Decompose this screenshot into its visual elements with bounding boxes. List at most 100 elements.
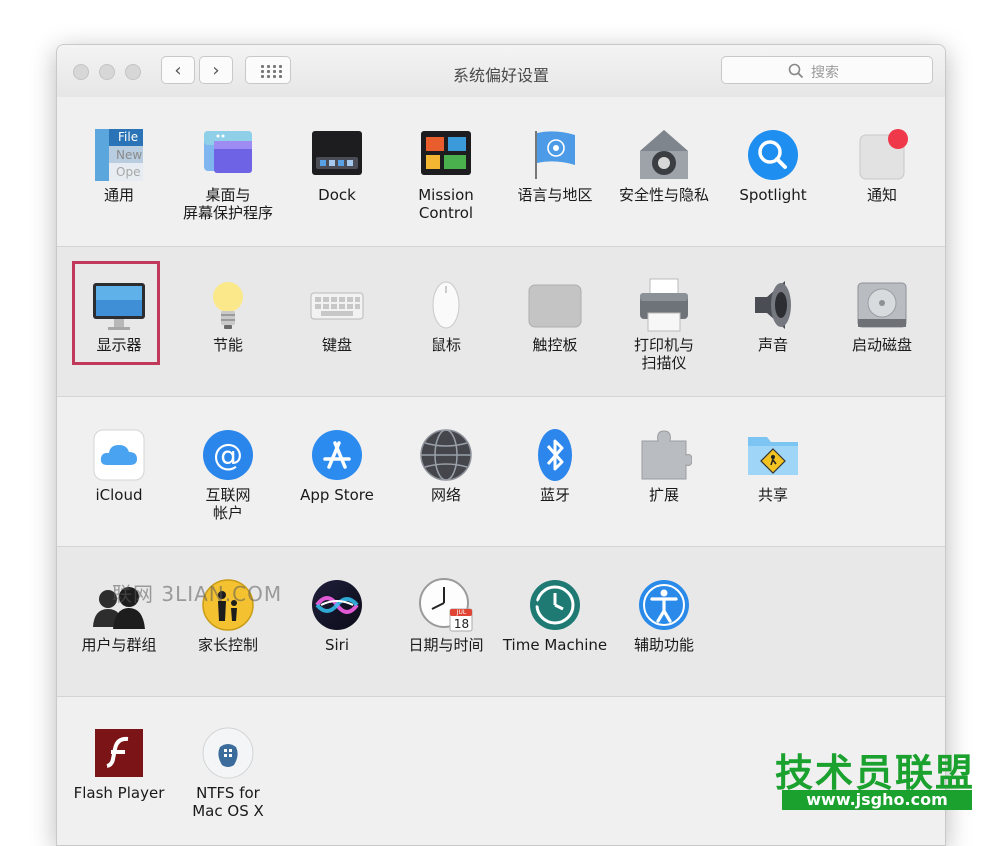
pref-label: 桌面与 屏幕保护程序 [182, 186, 273, 222]
pref-label: NTFS for Mac OS X [192, 784, 264, 820]
pref-label: 打印机与 扫描仪 [633, 336, 694, 372]
pref-label: Flash Player [73, 784, 165, 802]
pref-label: 安全性与隐私 [618, 186, 709, 204]
pref-label: 声音 [757, 336, 788, 354]
keyboard-icon [309, 277, 365, 333]
search-field[interactable]: 搜索 [721, 56, 933, 84]
pref-notifications[interactable]: 通知 [827, 127, 937, 204]
hard-disk-icon [854, 277, 910, 333]
pref-siri[interactable]: Siri [282, 577, 392, 654]
pref-app-store[interactable]: App Store [282, 427, 392, 504]
pref-extensions[interactable]: 扩展 [609, 427, 719, 504]
search-icon [788, 63, 804, 79]
pref-general[interactable]: File New Ope 通用 [64, 127, 174, 204]
internet-accounts-at-icon: @ [200, 427, 256, 483]
pref-label: 日期与时间 [408, 636, 484, 654]
pref-label: Dock [318, 186, 356, 204]
pref-label: 通知 [866, 186, 897, 204]
calendar-day: 18 [453, 617, 470, 631]
pref-dock[interactable]: Dock [282, 127, 392, 204]
bluetooth-icon [527, 427, 583, 483]
mouse-icon [418, 277, 474, 333]
watermark-url: www.jsgho.com [782, 790, 972, 810]
pref-label: 蓝牙 [539, 486, 570, 504]
dock-icon [309, 127, 365, 183]
pref-date-time[interactable]: JUL 18 日期与时间 [391, 577, 501, 654]
pref-mission-control[interactable]: Mission Control [391, 127, 501, 222]
section-hardware: 显示器 节能 键盘 鼠标 触控板 打印机与 扫描仪 声音 启动磁盘 [57, 247, 945, 397]
icloud-icon [91, 427, 147, 483]
siri-icon [309, 577, 365, 633]
pref-label: 用户与群组 [81, 636, 157, 654]
desktop-screensaver-icon [200, 127, 256, 183]
notifications-icon [854, 127, 910, 183]
section-internet-wireless: iCloud @ 互联网 帐户 App Store 网络 蓝牙 扩展 共享 [57, 397, 945, 547]
pref-label: 语言与地区 [517, 186, 593, 204]
pref-printers-scanners[interactable]: 打印机与 扫描仪 [609, 277, 719, 372]
pref-label: Spotlight [739, 186, 807, 204]
sharing-folder-icon [745, 427, 801, 483]
pref-ntfs[interactable]: NTFS for Mac OS X [173, 725, 283, 820]
title-bar: ‹ › 系统偏好设置 搜索 [57, 45, 945, 98]
pref-label: 触控板 [532, 336, 578, 354]
speaker-icon [745, 277, 801, 333]
pref-time-machine[interactable]: Time Machine [500, 577, 610, 654]
svg-text:@: @ [213, 438, 243, 473]
pref-security-privacy[interactable]: 安全性与隐私 [609, 127, 719, 204]
general-icon: File New Ope [91, 127, 147, 183]
pref-label: Time Machine [502, 636, 608, 654]
pref-network[interactable]: 网络 [391, 427, 501, 504]
calendar-month: JUL [456, 609, 467, 616]
section-personal: File New Ope 通用 桌面与 屏幕保护程序 Dock Mission … [57, 97, 945, 247]
pref-label: 网络 [430, 486, 461, 504]
pref-label: 辅助功能 [633, 636, 694, 654]
pref-trackpad[interactable]: 触控板 [500, 277, 610, 354]
pref-label: 启动磁盘 [851, 336, 912, 354]
network-globe-icon [418, 427, 474, 483]
trackpad-icon [527, 277, 583, 333]
pref-label: iCloud [95, 486, 143, 504]
pref-language-region[interactable]: 语言与地区 [500, 127, 610, 204]
pref-label: 家长控制 [197, 636, 258, 654]
general-icon-file-text: File [118, 130, 139, 144]
lightbulb-icon [200, 277, 256, 333]
time-machine-icon [527, 577, 583, 633]
pref-accessibility[interactable]: 辅助功能 [609, 577, 719, 654]
pref-sharing[interactable]: 共享 [718, 427, 828, 504]
pref-bluetooth[interactable]: 蓝牙 [500, 427, 610, 504]
pref-label: App Store [300, 486, 374, 504]
house-lock-icon [636, 127, 692, 183]
selection-highlight-displays [72, 261, 160, 365]
section-system: 用户与群组 家长控制 Siri JUL 18 日期与时间 Time Machin… [57, 547, 945, 697]
un-flag-icon [527, 127, 583, 183]
system-preferences-window: ‹ › 系统偏好设置 搜索 File New Ope 通用 桌面与 屏幕保护程序… [56, 44, 946, 846]
spotlight-icon [745, 127, 801, 183]
accessibility-icon [636, 577, 692, 633]
flash-player-icon [91, 725, 147, 781]
pref-icloud[interactable]: iCloud [64, 427, 174, 504]
date-time-clock-icon: JUL 18 [418, 577, 474, 633]
pref-label: 通用 [103, 186, 134, 204]
pref-mouse[interactable]: 鼠标 [391, 277, 501, 354]
app-store-icon [309, 427, 365, 483]
watermark-brand: 技术员联盟 [775, 751, 976, 795]
pref-sound[interactable]: 声音 [718, 277, 828, 354]
pref-flash-player[interactable]: Flash Player [64, 725, 174, 802]
pref-keyboard[interactable]: 键盘 [282, 277, 392, 354]
pref-startup-disk[interactable]: 启动磁盘 [827, 277, 937, 354]
pref-energy-saver[interactable]: 节能 [173, 277, 283, 354]
pref-internet-accounts[interactable]: @ 互联网 帐户 [173, 427, 283, 522]
mission-control-icon [418, 127, 474, 183]
pref-label: Siri [324, 636, 350, 654]
search-placeholder: 搜索 [811, 65, 839, 81]
pref-desktop[interactable]: 桌面与 屏幕保护程序 [173, 127, 283, 222]
pref-label: 鼠标 [430, 336, 461, 354]
general-icon-new-text: New [116, 148, 143, 162]
pref-spotlight[interactable]: Spotlight [718, 127, 828, 204]
printer-icon [636, 277, 692, 333]
pref-label: 扩展 [648, 486, 679, 504]
puzzle-piece-icon [636, 427, 693, 483]
pref-label: 互联网 帐户 [205, 486, 251, 522]
ntfs-icon [200, 725, 256, 781]
pref-label: 共享 [757, 486, 788, 504]
